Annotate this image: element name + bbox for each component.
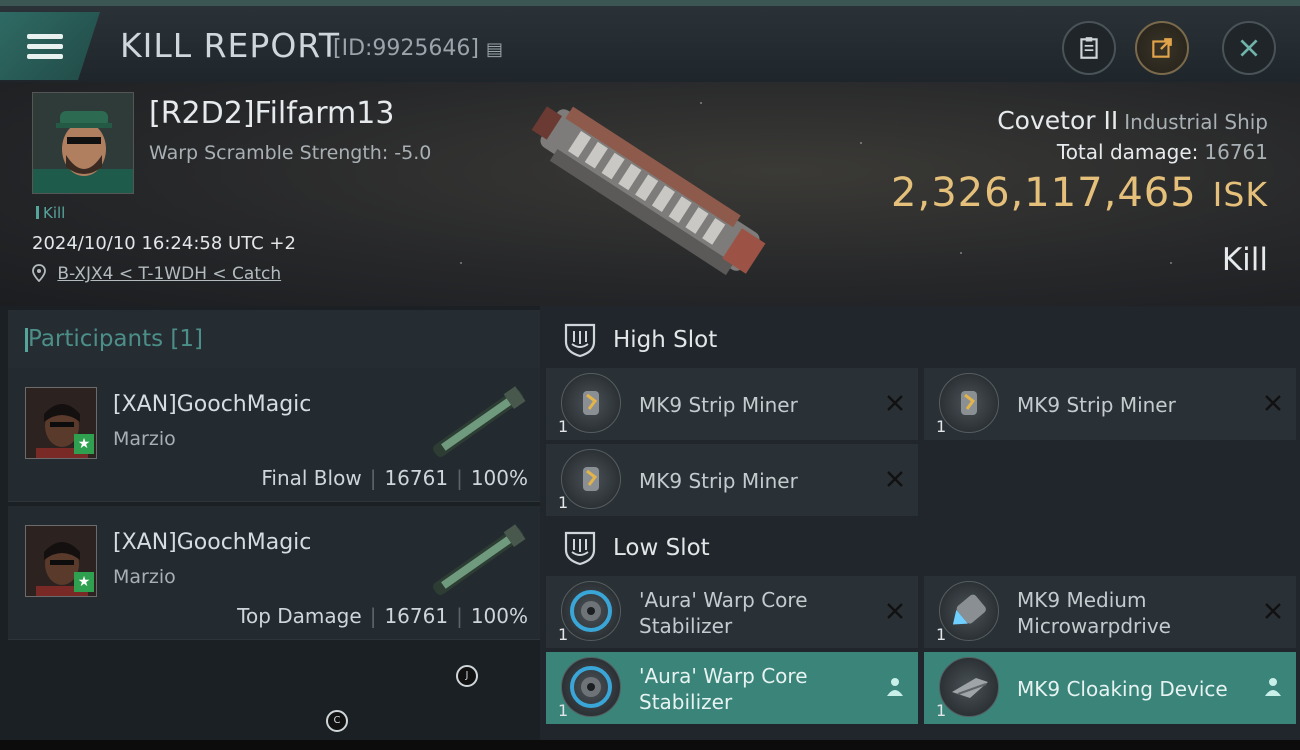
module-name: 'Aura' Warp Core Stabilizer bbox=[639, 664, 808, 714]
bottom-bar bbox=[0, 740, 1300, 750]
clipboard-button[interactable] bbox=[1062, 21, 1116, 75]
participant-name[interactable]: [XAN]GoochMagic bbox=[113, 530, 311, 555]
participant-percent: 100% bbox=[470, 466, 528, 490]
module-qty: 1 bbox=[558, 417, 569, 436]
close-button[interactable] bbox=[1222, 21, 1276, 75]
participant-damage: 16761 bbox=[384, 466, 449, 490]
result-label: Kill bbox=[1221, 242, 1268, 278]
report-id[interactable]: [ID:9925646] ▤ bbox=[333, 36, 503, 61]
participant-role: Final Blow bbox=[261, 466, 362, 490]
menu-button[interactable] bbox=[0, 12, 100, 80]
isk-amount: 2,326,117,465 bbox=[891, 170, 1197, 216]
module-slot[interactable]: 1 'Aura' Warp Core Stabilizer bbox=[546, 652, 918, 724]
module-slot[interactable]: 1 'Aura' Warp Core Stabilizer bbox=[546, 576, 918, 648]
warp-core-stabilizer-icon bbox=[561, 657, 621, 717]
isk-value: 2,326,117,465 ISK bbox=[891, 170, 1268, 216]
destroyed-x-icon bbox=[1265, 395, 1281, 411]
strip-miner-icon bbox=[939, 373, 999, 433]
module-qty: 1 bbox=[558, 625, 569, 644]
kill-tag: Kill bbox=[36, 204, 65, 222]
total-damage-label: Total damage: bbox=[1056, 140, 1199, 164]
hamburger-icon bbox=[27, 29, 63, 64]
victim-panel: [R2D2]Filfarm13 Warp Scramble Strength: … bbox=[0, 82, 1300, 306]
kill-datetime: 2024/10/10 16:24:58 UTC +2 bbox=[32, 233, 296, 254]
location-link[interactable]: B-XJX4 < T-1WDH < Catch bbox=[57, 264, 281, 284]
total-damage-value: 16761 bbox=[1204, 140, 1268, 164]
destroyed-x-icon bbox=[887, 471, 903, 487]
marker-c: C bbox=[326, 710, 348, 732]
total-damage: Total damage: 16761 bbox=[1057, 140, 1268, 164]
clipboard-icon bbox=[1080, 37, 1098, 59]
module-slot[interactable]: 1 MK9 Strip Miner bbox=[546, 444, 918, 516]
microwarpdrive-icon bbox=[939, 581, 999, 641]
ship-class: Industrial Ship bbox=[1124, 110, 1268, 134]
ship-type: Covetor II Industrial Ship bbox=[997, 106, 1268, 135]
dropped-person-icon bbox=[887, 678, 903, 696]
low-slot-shield-icon bbox=[564, 531, 596, 566]
participant-ship-image bbox=[433, 386, 526, 457]
participant-percent: 100% bbox=[470, 604, 528, 628]
module-slot[interactable]: 1 MK9 Medium Microwarpdrive bbox=[924, 576, 1296, 648]
participants-panel: Participants [1] ★ [XAN]GoochMagic Marzi… bbox=[0, 306, 540, 740]
victim-name[interactable]: [R2D2]Filfarm13 bbox=[149, 96, 394, 131]
location-pin-icon bbox=[32, 264, 46, 283]
fitting-panel: High Slot 1 MK9 Strip Miner 1 MK9 Strip … bbox=[540, 306, 1300, 740]
module-name: MK9 Medium Microwarpdrive bbox=[1017, 588, 1171, 638]
participant-role: Top Damage bbox=[237, 604, 362, 628]
module-qty: 1 bbox=[558, 493, 569, 512]
strip-miner-icon bbox=[561, 449, 621, 509]
share-button[interactable] bbox=[1135, 21, 1189, 75]
marker-j: J bbox=[456, 665, 478, 687]
participant-stats: Final Blow | 16761 | 100% bbox=[261, 466, 528, 490]
share-icon bbox=[1152, 38, 1172, 58]
dropped-person-icon bbox=[1265, 678, 1281, 696]
module-name: MK9 Strip Miner bbox=[1017, 393, 1176, 417]
module-qty: 1 bbox=[936, 701, 947, 720]
report-id-text: [ID:9925646] bbox=[333, 36, 479, 61]
module-name: 'Aura' Warp Core Stabilizer bbox=[639, 588, 808, 638]
module-qty: 1 bbox=[558, 701, 569, 720]
participant-card[interactable]: ★ [XAN]GoochMagic Marzio Top Damage | 1676… bbox=[8, 506, 540, 640]
participant-stats: Top Damage | 16761 | 100% bbox=[237, 604, 528, 628]
participant-damage: 16761 bbox=[384, 604, 449, 628]
page-title: KILL REPORT bbox=[120, 26, 340, 65]
close-icon bbox=[1240, 39, 1258, 57]
module-slot[interactable]: 1 MK9 Cloaking Device bbox=[924, 652, 1296, 724]
high-slot-label: High Slot bbox=[613, 327, 718, 353]
destroyed-x-icon bbox=[887, 395, 903, 411]
participant-name[interactable]: [XAN]GoochMagic bbox=[113, 392, 311, 417]
warp-core-stabilizer-icon bbox=[561, 581, 621, 641]
warp-scramble-strength: Warp Scramble Strength: -5.0 bbox=[149, 142, 432, 164]
module-qty: 1 bbox=[936, 417, 947, 436]
participant-card[interactable]: ★ [XAN]GoochMagic Marzio Final Blow | 1676… bbox=[8, 368, 540, 502]
copy-icon[interactable]: ▤ bbox=[486, 39, 503, 60]
header-bar: KILL REPORT [ID:9925646] ▤ bbox=[0, 0, 1300, 82]
isk-unit: ISK bbox=[1212, 175, 1268, 214]
star-badge-icon: ★ bbox=[74, 434, 94, 454]
destroyed-x-icon bbox=[1265, 603, 1281, 619]
low-slot-header: Low Slot bbox=[546, 518, 1300, 578]
participants-label: Participants [1] bbox=[25, 326, 203, 352]
victim-ship-image bbox=[531, 106, 766, 276]
strip-miner-icon bbox=[561, 373, 621, 433]
star-badge-icon: ★ bbox=[74, 572, 94, 592]
victim-portrait[interactable] bbox=[32, 92, 134, 194]
cloaking-device-icon bbox=[939, 657, 999, 717]
module-qty: 1 bbox=[936, 625, 947, 644]
high-slot-header: High Slot bbox=[546, 310, 1300, 370]
low-slot-label: Low Slot bbox=[613, 535, 710, 561]
ship-name[interactable]: Covetor II bbox=[997, 106, 1118, 135]
module-name: MK9 Strip Miner bbox=[639, 393, 798, 417]
kill-location[interactable]: B-XJX4 < T-1WDH < Catch bbox=[32, 264, 281, 284]
participant-corp: Marzio bbox=[113, 428, 176, 450]
module-slot[interactable]: 1 MK9 Strip Miner bbox=[546, 368, 918, 440]
participants-header[interactable]: Participants [1] bbox=[8, 310, 540, 368]
module-name: MK9 Cloaking Device bbox=[1017, 677, 1228, 701]
participant-ship-image bbox=[433, 524, 526, 595]
destroyed-x-icon bbox=[887, 603, 903, 619]
participant-corp: Marzio bbox=[113, 566, 176, 588]
module-name: MK9 Strip Miner bbox=[639, 469, 798, 493]
module-slot[interactable]: 1 MK9 Strip Miner bbox=[924, 368, 1296, 440]
high-slot-shield-icon bbox=[564, 323, 596, 358]
